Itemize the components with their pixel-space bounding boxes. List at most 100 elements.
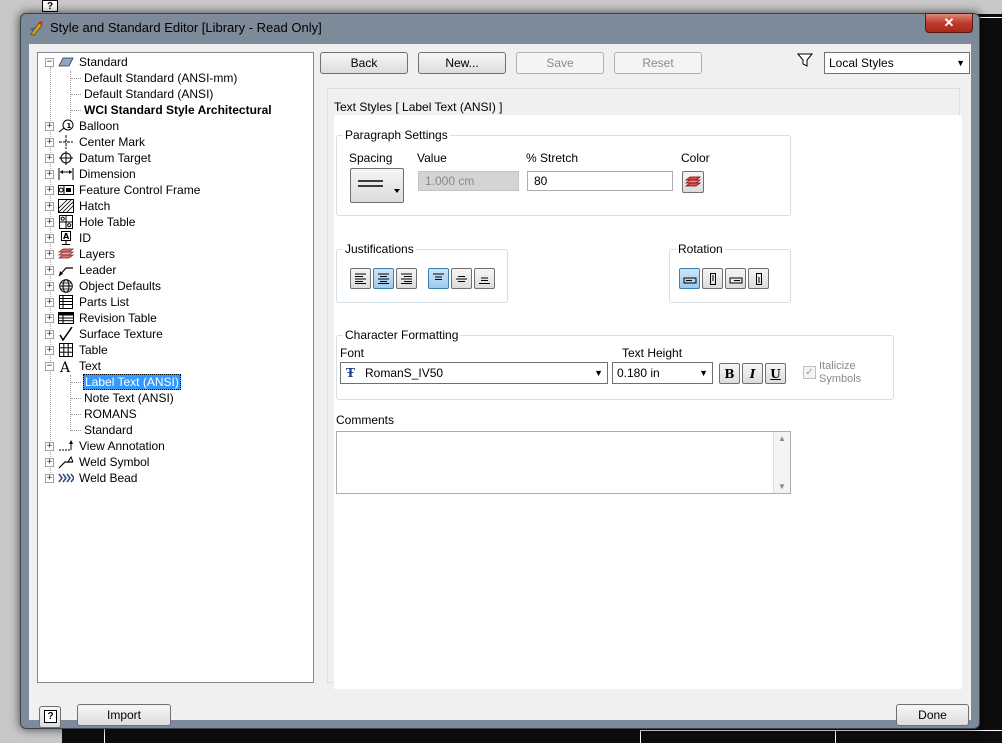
expand-icon[interactable]: + <box>45 281 54 291</box>
back-button[interactable]: Back <box>320 52 408 74</box>
tree-node-note-text-ansi[interactable]: Note Text (ANSI) <box>71 390 175 406</box>
expand-icon[interactable]: + <box>45 153 54 163</box>
justify-top-button[interactable] <box>428 268 449 289</box>
expand-icon[interactable]: + <box>45 217 54 227</box>
collapse-icon[interactable]: − <box>45 361 54 371</box>
cad-help-icon[interactable]: ? <box>42 0 58 12</box>
tree-node-standard[interactable]: − Standard <box>45 54 129 70</box>
character-formatting-group: Character Formatting Font Ŧ RomanS_IV50 … <box>336 328 894 400</box>
tree-label: Parts List <box>79 295 130 309</box>
expand-icon[interactable]: + <box>45 473 54 483</box>
color-button[interactable] <box>682 171 704 193</box>
expand-icon[interactable]: + <box>45 265 54 275</box>
revision-table-icon <box>58 311 74 325</box>
comments-scrollbar[interactable]: ▲ ▼ <box>773 432 790 493</box>
rotate-90-button[interactable] <box>702 268 723 289</box>
dialog-client-area: − Standard Default Standard (ANSI-mm) De… <box>29 44 971 728</box>
tree-node-weld-symbol[interactable]: + Weld Symbol <box>45 454 150 470</box>
tree-node-revision-table[interactable]: + Revision Table <box>45 310 158 326</box>
tree-node-center-mark[interactable]: + Center Mark <box>45 134 146 150</box>
tree-node-balloon[interactable]: + 1 Balloon <box>45 118 120 134</box>
tree-node-layers[interactable]: + Layers <box>45 246 116 262</box>
close-button[interactable]: ✕ <box>925 13 973 33</box>
italic-button[interactable]: I <box>742 363 763 384</box>
style-tree[interactable]: − Standard Default Standard (ANSI-mm) De… <box>37 52 314 683</box>
justifications-group: Justifications <box>336 242 508 303</box>
truetype-font-icon: Ŧ <box>346 366 355 380</box>
help-button[interactable]: ? <box>39 706 61 728</box>
tree-node-label-text-ansi[interactable]: Label Text (ANSI) <box>71 374 181 390</box>
scroll-down-icon[interactable]: ▼ <box>778 482 786 491</box>
underline-button[interactable]: U <box>765 363 786 384</box>
tree-node-text[interactable]: − A Text <box>45 358 102 374</box>
expand-icon[interactable]: + <box>45 185 54 195</box>
expand-icon[interactable]: + <box>45 169 54 179</box>
expand-icon[interactable]: + <box>45 137 54 147</box>
align-middle-icon <box>456 276 467 282</box>
weld-bead-icon <box>58 471 74 485</box>
save-button[interactable]: Save <box>516 52 604 74</box>
hatch-icon <box>58 199 74 213</box>
scroll-up-icon[interactable]: ▲ <box>778 434 786 443</box>
spacing-dropdown[interactable] <box>350 168 404 203</box>
reset-button[interactable]: Reset <box>614 52 702 74</box>
tree-node-romans[interactable]: ROMANS <box>71 406 138 422</box>
tree-node-hatch[interactable]: + Hatch <box>45 198 111 214</box>
stretch-field[interactable]: 80 <box>527 171 673 191</box>
import-button[interactable]: Import <box>77 704 171 726</box>
rotate-270-button[interactable] <box>748 268 769 289</box>
style-filter-select[interactable]: Local Styles ▼ <box>824 52 970 74</box>
tree-node-text-standard[interactable]: Standard <box>71 422 134 438</box>
tree-node-dimension[interactable]: + Dimension <box>45 166 137 182</box>
rotate-0-button[interactable] <box>679 268 700 289</box>
tree-node-datum-target[interactable]: + Datum Target <box>45 150 152 166</box>
filter-icon[interactable] <box>797 52 813 68</box>
tree-node-object-defaults[interactable]: + Object Defaults <box>45 278 162 294</box>
comments-textarea[interactable]: ▲ ▼ <box>336 431 791 494</box>
expand-icon[interactable]: + <box>45 297 54 307</box>
expand-icon[interactable]: + <box>45 313 54 323</box>
group-title: Rotation <box>676 242 725 256</box>
tree-node-wci-standard[interactable]: WCI Standard Style Architectural <box>71 102 273 118</box>
expand-icon[interactable]: + <box>45 345 54 355</box>
text-style-pane: Text Styles [ Label Text (ANSI) ] Paragr… <box>327 88 962 689</box>
justify-middle-button[interactable] <box>451 268 472 289</box>
tree-node-weld-bead[interactable]: + Weld Bead <box>45 470 138 486</box>
tree-node-parts-list[interactable]: + Parts List <box>45 294 130 310</box>
spacing-value-field[interactable]: 1.000 cm <box>418 171 519 191</box>
justify-left-button[interactable] <box>350 268 371 289</box>
font-select[interactable]: Ŧ RomanS_IV50 ▼ <box>340 362 608 384</box>
tree-node-view-annotation[interactable]: + View Annotation <box>45 438 166 454</box>
title-bar[interactable]: Style and Standard Editor [Library - Rea… <box>21 13 979 42</box>
bold-button[interactable]: B <box>719 363 740 384</box>
tree-node-default-standard-ansi-mm[interactable]: Default Standard (ANSI-mm) <box>71 70 238 86</box>
tree-node-default-standard-ansi[interactable]: Default Standard (ANSI) <box>71 86 214 102</box>
expand-icon[interactable]: + <box>45 249 54 259</box>
tree-node-table[interactable]: + Table <box>45 342 109 358</box>
justify-center-button[interactable] <box>373 268 394 289</box>
rotate-0-icon <box>683 277 696 283</box>
collapse-icon[interactable]: − <box>45 57 54 67</box>
tree-node-hole-table[interactable]: + Hole Table <box>45 214 136 230</box>
expand-icon[interactable]: + <box>45 457 54 467</box>
tree-label: Default Standard (ANSI) <box>84 87 214 101</box>
tree-label: Center Mark <box>79 135 146 149</box>
tree-node-id[interactable]: + A ID <box>45 230 92 246</box>
expand-icon[interactable]: + <box>45 329 54 339</box>
justify-bottom-button[interactable] <box>474 268 495 289</box>
tree-node-feature-control-frame[interactable]: + Feature Control Frame <box>45 182 201 198</box>
tree-node-surface-texture[interactable]: + Surface Texture <box>45 326 164 342</box>
expand-icon[interactable]: + <box>45 121 54 131</box>
justify-right-button[interactable] <box>396 268 417 289</box>
italicize-symbols-checkbox[interactable]: ✓ <box>803 366 816 379</box>
tree-node-leader[interactable]: + Leader <box>45 262 117 278</box>
expand-icon[interactable]: + <box>45 233 54 243</box>
new-button[interactable]: New... <box>418 52 506 74</box>
help-icon: ? <box>44 710 57 723</box>
rotate-180-button[interactable] <box>725 268 746 289</box>
expand-icon[interactable]: + <box>45 441 54 451</box>
done-button[interactable]: Done <box>896 704 969 726</box>
id-icon: A <box>58 231 74 245</box>
expand-icon[interactable]: + <box>45 201 54 211</box>
text-height-select[interactable]: 0.180 in ▼ <box>612 362 713 384</box>
